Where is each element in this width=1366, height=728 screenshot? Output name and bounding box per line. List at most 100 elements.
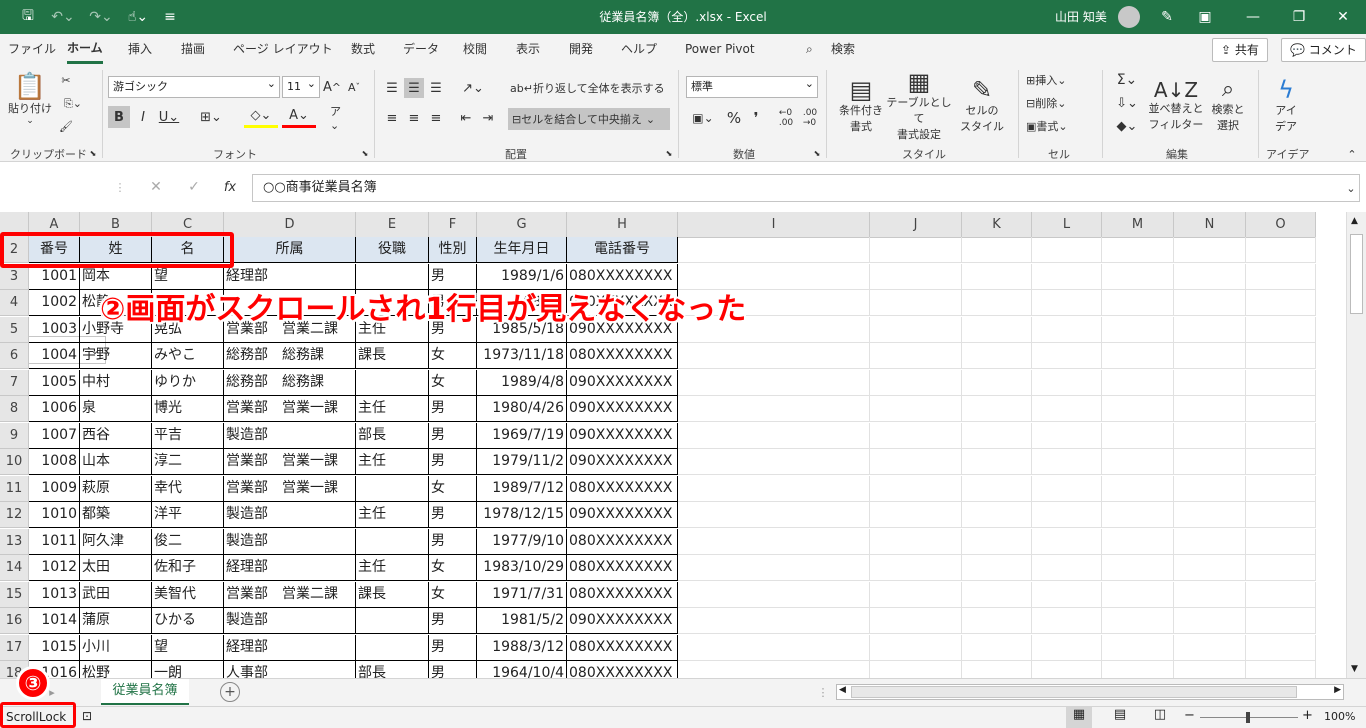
clipboard-launcher-icon[interactable]: ⬊	[88, 148, 98, 158]
tab-home[interactable]: ホーム	[67, 34, 103, 64]
tab-developer[interactable]: 開発	[569, 34, 593, 64]
row-header[interactable]: 9	[0, 423, 29, 449]
scroll-down-icon[interactable]: ▼	[1351, 664, 1358, 674]
table-cell[interactable]: 営業部 営業一課	[224, 476, 356, 502]
cancel-icon[interactable]: ✕	[144, 174, 168, 200]
currency-icon[interactable]: ▣⌄	[688, 108, 718, 128]
tab-power-pivot[interactable]: Power Pivot	[685, 34, 755, 64]
ideas-button[interactable]: ϟ アイ デア	[1266, 70, 1306, 142]
zoom-level[interactable]: 100%	[1324, 710, 1355, 723]
table-cell[interactable]: 山本	[80, 449, 152, 475]
table-cell[interactable]: 1964/10/4	[477, 661, 567, 678]
align-middle-icon[interactable]: ☰	[404, 78, 424, 98]
table-cell[interactable]: 1006	[29, 396, 80, 422]
column-header-f[interactable]: F	[429, 212, 477, 238]
table-cell[interactable]: 営業部 営業一課	[224, 396, 356, 422]
table-cell[interactable]: 080XXXXXXXX	[567, 582, 678, 608]
comment-button[interactable]: 💬 コメント	[1281, 38, 1366, 62]
scroll-right-icon[interactable]: ▶	[1334, 685, 1341, 695]
search-icon[interactable]: ⌕	[806, 34, 813, 64]
table-cell[interactable]: 1969/7/19	[477, 423, 567, 449]
row-header[interactable]: 8	[0, 396, 29, 422]
cut-icon[interactable]: ✂	[56, 70, 76, 90]
redo-icon[interactable]: ↷⌄	[86, 0, 116, 34]
table-cell[interactable]: 製造部	[224, 423, 356, 449]
table-cell[interactable]: 1002	[29, 290, 80, 316]
clear-icon[interactable]: ◆⌄	[1110, 116, 1144, 136]
row-header[interactable]: 16	[0, 608, 29, 634]
page-layout-view-icon[interactable]: ▤	[1110, 707, 1130, 728]
comma-icon[interactable]: ❜	[746, 108, 766, 128]
table-cell[interactable]: 課長	[356, 582, 429, 608]
table-cell[interactable]: 主任	[356, 449, 429, 475]
table-cell[interactable]	[356, 635, 429, 661]
table-cell[interactable]: 080XXXXXXXX	[567, 476, 678, 502]
table-cell[interactable]: ひかる	[152, 608, 224, 634]
collapse-ribbon-icon[interactable]: ⌃	[1344, 148, 1360, 161]
table-cell[interactable]: 男	[429, 396, 477, 422]
conditional-formatting-button[interactable]: ▤ 条件付き 書式	[834, 70, 888, 142]
table-cell[interactable]: 松野	[80, 661, 152, 678]
horizontal-scroll-thumb[interactable]	[851, 686, 1297, 698]
table-cell[interactable]: 武田	[80, 582, 152, 608]
table-cell[interactable]: 総務部 総務課	[224, 343, 356, 369]
table-cell[interactable]: 洋平	[152, 502, 224, 528]
table-cell[interactable]: 経理部	[224, 635, 356, 661]
table-cell[interactable]: 萩原	[80, 476, 152, 502]
tab-insert[interactable]: 挿入	[128, 34, 152, 64]
avatar[interactable]	[1118, 6, 1140, 28]
format-as-table-button[interactable]: ▦ テーブルとして 書式設定	[886, 70, 952, 142]
column-header-i[interactable]: I	[678, 212, 870, 238]
page-break-view-icon[interactable]: ◫	[1150, 707, 1170, 728]
table-cell[interactable]: 部長	[356, 423, 429, 449]
table-cell[interactable]: 総務部 総務課	[224, 370, 356, 396]
touch-mode-icon[interactable]: ☝⌄	[120, 0, 156, 34]
row-header[interactable]: 6	[0, 343, 29, 369]
table-cell[interactable]: 1011	[29, 529, 80, 555]
tab-data[interactable]: データ	[403, 34, 439, 64]
table-cell[interactable]: 平吉	[152, 423, 224, 449]
table-cell[interactable]: 1003	[29, 317, 80, 343]
table-cell[interactable]: 主任	[356, 502, 429, 528]
worksheet-grid[interactable]: ABCDEFGHIJKLMNO 2 番号姓名所属 役職 性別 生年月日 電話番号 3 1001…	[0, 212, 1366, 678]
table-cell[interactable]: 090XXXXXXXX	[567, 370, 678, 396]
scroll-left-icon[interactable]: ◀	[839, 685, 846, 695]
vertical-scroll-thumb[interactable]	[1350, 234, 1363, 314]
customize-toolbar-icon[interactable]: ≡	[160, 0, 180, 34]
column-header-d[interactable]: D	[224, 212, 356, 238]
share-button[interactable]: ⇪ 共有	[1212, 38, 1268, 62]
row-header[interactable]: 17	[0, 635, 29, 661]
table-cell[interactable]: 1007	[29, 423, 80, 449]
table-header-cell[interactable]: 電話番号	[567, 237, 678, 263]
format-painter-icon[interactable]: 🖌	[56, 116, 76, 136]
tab-formulas[interactable]: 数式	[351, 34, 375, 64]
table-cell[interactable]: 主任	[356, 555, 429, 581]
table-cell[interactable]: 幸代	[152, 476, 224, 502]
table-cell[interactable]: 製造部	[224, 608, 356, 634]
table-header-cell[interactable]: 性別	[429, 237, 477, 263]
row-header[interactable]: 15	[0, 582, 29, 608]
table-cell[interactable]: 男	[429, 423, 477, 449]
column-header-o[interactable]: O	[1246, 212, 1316, 238]
table-header-cell[interactable]: 生年月日	[477, 237, 567, 263]
table-cell[interactable]: 1005	[29, 370, 80, 396]
table-cell[interactable]: 博光	[152, 396, 224, 422]
minimize-icon[interactable]: —	[1238, 0, 1268, 34]
zoom-in-icon[interactable]: +	[1302, 708, 1313, 723]
increase-decimal-icon[interactable]: ←0.00	[776, 108, 796, 128]
table-cell[interactable]: 主任	[356, 396, 429, 422]
find-select-button[interactable]: ⌕ 検索と 選択	[1208, 70, 1248, 142]
table-cell[interactable]	[356, 529, 429, 555]
font-color-icon[interactable]: A⌄	[282, 106, 316, 128]
table-cell[interactable]: 宇野	[80, 343, 152, 369]
fill-icon[interactable]: ⇩⌄	[1110, 93, 1144, 113]
table-cell[interactable]: 1013	[29, 582, 80, 608]
table-cell[interactable]: 女	[429, 343, 477, 369]
table-cell[interactable]: 淳二	[152, 449, 224, 475]
wrap-text-button[interactable]: ab↵ 折り返して全体を表示する	[510, 78, 665, 98]
table-cell[interactable]: 080XXXXXXXX	[567, 343, 678, 369]
row-header[interactable]: 14	[0, 555, 29, 581]
zoom-slider-thumb[interactable]	[1246, 712, 1250, 723]
table-cell[interactable]: 男	[429, 529, 477, 555]
table-cell[interactable]: 1977/9/10	[477, 529, 567, 555]
